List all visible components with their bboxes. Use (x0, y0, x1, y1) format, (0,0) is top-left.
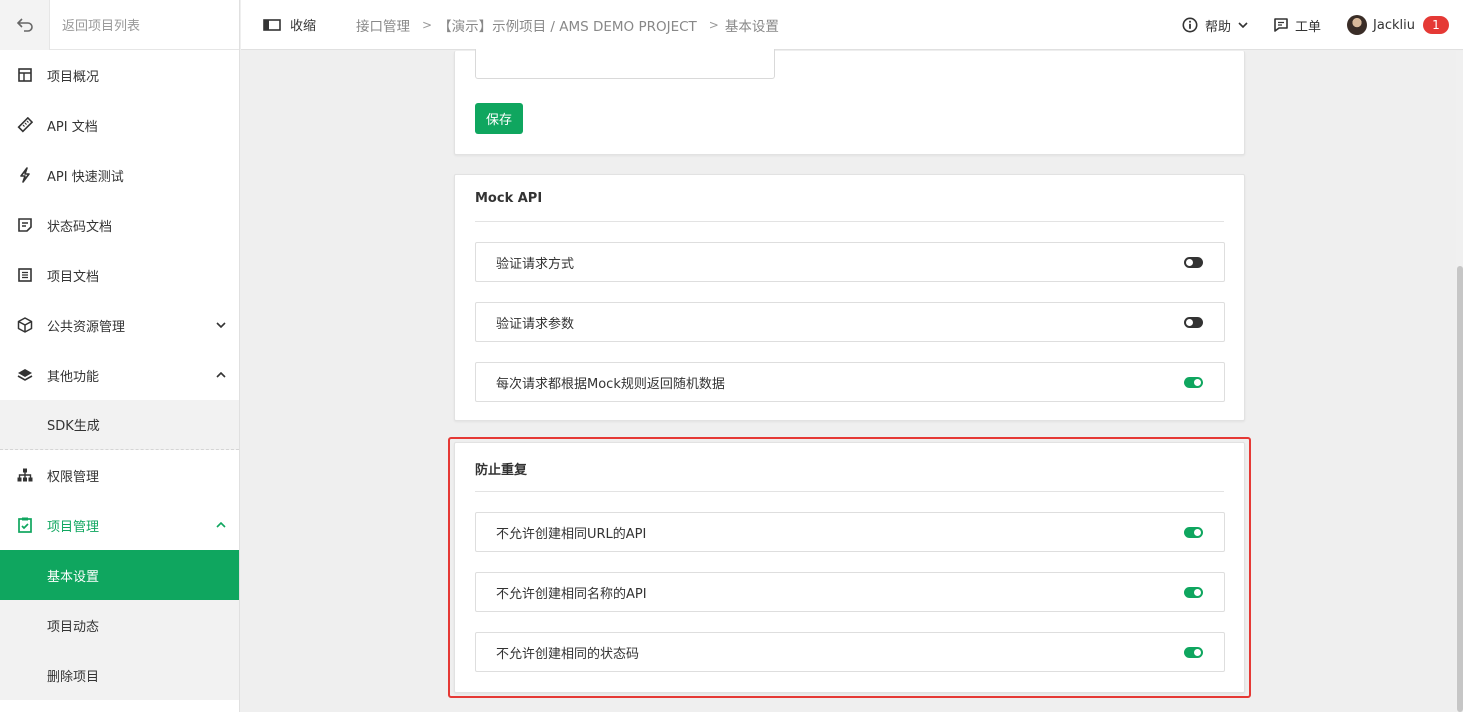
sidebar-item-label: API 快速测试 (47, 169, 124, 185)
back-arrow-icon[interactable] (0, 0, 50, 50)
toggle-switch[interactable] (1184, 527, 1203, 538)
sidebar-item-label: 状态码文档 (47, 219, 113, 235)
sidebar: 返回项目列表 项目概况 API 文档 API 快速测试 状态码文档 项目文档 公… (0, 0, 240, 712)
hierarchy-icon (16, 466, 34, 484)
sidebar-subitem-sdk[interactable]: SDK生成 (0, 400, 239, 450)
info-icon (1182, 17, 1198, 33)
clipboard-check-icon (16, 516, 34, 534)
sidebar-item-label: 公共资源管理 (47, 319, 126, 335)
back-label[interactable]: 返回项目列表 (50, 15, 140, 34)
option-label: 不允许创建相同的状态码 (496, 646, 640, 662)
cube-icon (16, 316, 34, 334)
toggle-switch[interactable] (1184, 647, 1203, 658)
section-title: 防止重复 (475, 463, 528, 478)
note-icon (16, 216, 34, 234)
save-button[interactable]: 保存 (475, 103, 523, 134)
sidebar-item-label: 权限管理 (47, 469, 100, 485)
dashboard-icon (16, 66, 34, 84)
chevron-down-icon[interactable] (213, 317, 229, 333)
breadcrumb-separator-icon: > (422, 17, 433, 32)
divider (475, 491, 1224, 492)
sidebar-item-label: 其他功能 (47, 369, 100, 385)
option-label: 每次请求都根据Mock规则返回随机数据 (496, 376, 725, 392)
option-row: 不允许创建相同名称的API (475, 572, 1225, 612)
sidebar-subitem-delete-project[interactable]: 删除项目 (0, 650, 239, 700)
option-label: 不允许创建相同名称的API (496, 586, 647, 602)
collapse-label: 收缩 (290, 19, 317, 34)
toggle-switch[interactable] (1184, 377, 1203, 388)
settings-text-field[interactable] (475, 49, 775, 79)
sidebar-item-project-management[interactable]: 项目管理 (0, 500, 239, 550)
avatar (1347, 15, 1368, 35)
sidebar-item-status-code-docs[interactable]: 状态码文档 (0, 200, 239, 250)
chevron-up-icon[interactable] (213, 517, 229, 533)
toggle-switch[interactable] (1184, 257, 1203, 268)
sidebar-subitem-project-activity[interactable]: 项目动态 (0, 600, 239, 650)
sidebar-item-label: API 文档 (47, 119, 98, 135)
sidebar-item-project-docs[interactable]: 项目文档 (0, 250, 239, 300)
breadcrumb-item[interactable]: 接口管理 (356, 15, 410, 35)
help-label: 帮助 (1205, 19, 1232, 35)
ticket-label: 工单 (1295, 19, 1322, 35)
dedup-card: 防止重复 不允许创建相同URL的API 不允许创建相同名称的API 不允许创建相… (454, 442, 1245, 693)
sidebar-item-public-resources[interactable]: 公共资源管理 (0, 300, 239, 350)
back-to-projects[interactable]: 返回项目列表 (0, 0, 239, 50)
notification-badge[interactable]: 1 (1423, 16, 1449, 34)
top-header: 收缩 接口管理 > 【演示】示例项目 / AMS DEMO PROJECT > … (241, 0, 1463, 50)
sidebar-item-label: 项目管理 (47, 519, 100, 535)
chevron-down-icon (1238, 22, 1248, 28)
mock-api-card: Mock API 验证请求方式 验证请求参数 每次请求都根据Mock规则返回随机… (454, 174, 1245, 421)
divider (475, 221, 1224, 222)
layers-icon (16, 366, 34, 384)
breadcrumb-separator-icon: > (708, 17, 719, 32)
sidebar-item-api-quick-test[interactable]: API 快速测试 (0, 150, 239, 200)
option-row: 验证请求方式 (475, 242, 1225, 282)
document-icon (16, 266, 34, 284)
option-label: 验证请求参数 (496, 316, 575, 332)
header-actions: 帮助 工单 Jackliu 1 (1156, 0, 1449, 50)
bolt-icon (16, 166, 34, 184)
sidebar-subitem-basic-settings[interactable]: 基本设置 (0, 550, 239, 600)
help-menu[interactable]: 帮助 (1182, 16, 1248, 35)
sidebar-item-overview[interactable]: 项目概况 (0, 50, 239, 100)
option-row: 验证请求参数 (475, 302, 1225, 342)
collapse-button[interactable]: 收缩 (263, 15, 316, 34)
basic-settings-card: 保存 (454, 49, 1245, 155)
sidebar-item-label: 项目概况 (47, 69, 100, 85)
scrollbar-thumb[interactable] (1457, 266, 1463, 712)
sidebar-item-permissions[interactable]: 权限管理 (0, 450, 239, 500)
section-title: Mock API (475, 191, 543, 206)
chevron-up-icon[interactable] (213, 367, 229, 383)
breadcrumb-item[interactable]: 【演示】示例项目 / AMS DEMO PROJECT (438, 15, 697, 35)
breadcrumb: 接口管理 > 【演示】示例项目 / AMS DEMO PROJECT > 基本设… (356, 15, 779, 35)
option-label: 验证请求方式 (496, 256, 575, 272)
ticket-icon (1274, 18, 1288, 32)
option-row: 不允许创建相同URL的API (475, 512, 1225, 552)
ticket-button[interactable]: 工单 (1274, 16, 1321, 35)
sidebar-item-label: 项目文档 (47, 269, 100, 285)
toggle-switch[interactable] (1184, 317, 1203, 328)
ruler-icon (16, 116, 34, 134)
toggle-switch[interactable] (1184, 587, 1203, 598)
sidebar-item-other-features[interactable]: 其他功能 (0, 350, 239, 400)
option-label: 不允许创建相同URL的API (496, 526, 647, 542)
option-row: 每次请求都根据Mock规则返回随机数据 (475, 362, 1225, 402)
breadcrumb-current: 基本设置 (724, 18, 779, 35)
user-name: Jackliu (1373, 17, 1415, 33)
sidebar-item-api-docs[interactable]: API 文档 (0, 100, 239, 150)
sidebar-toggle-icon (263, 18, 281, 31)
option-row: 不允许创建相同的状态码 (475, 632, 1225, 672)
user-menu[interactable]: Jackliu 1 (1347, 15, 1449, 35)
